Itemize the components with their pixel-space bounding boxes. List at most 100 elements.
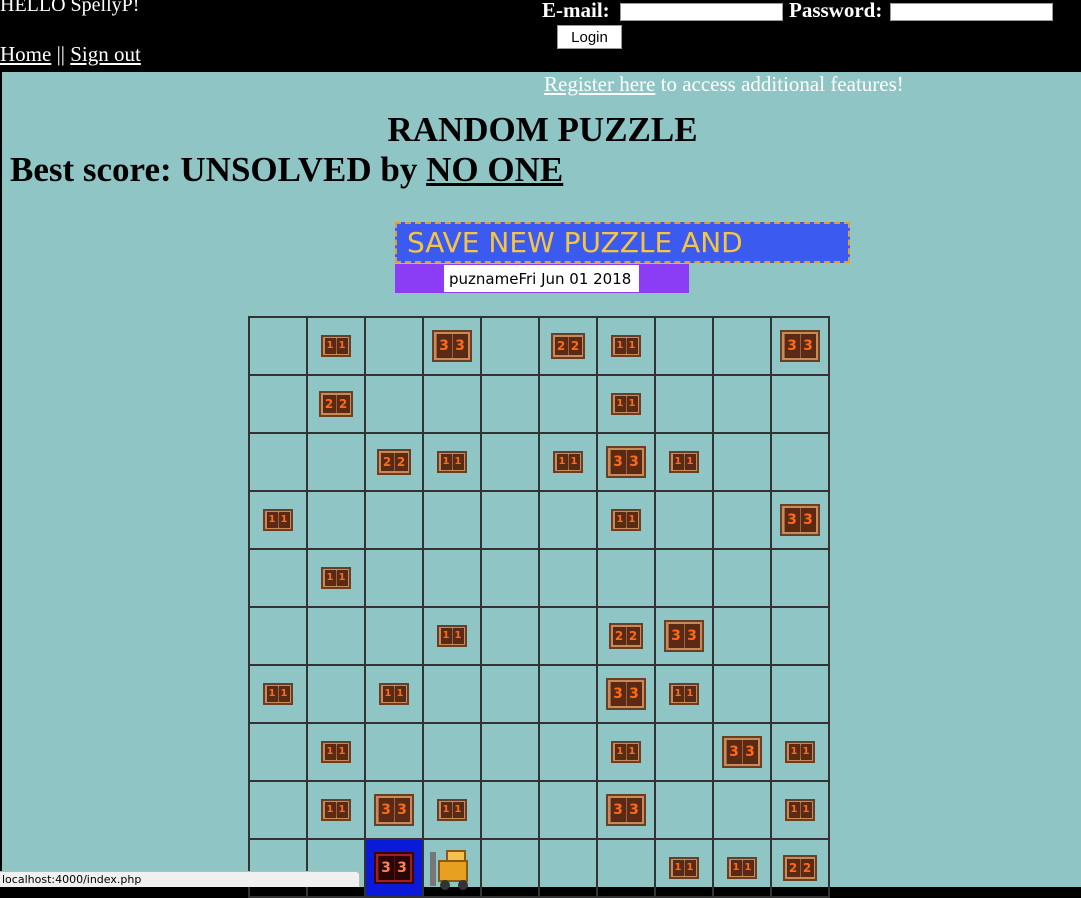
board-cell[interactable]: 11	[596, 490, 656, 550]
board-cell[interactable]: 33	[770, 316, 830, 376]
board-cell[interactable]	[480, 838, 540, 898]
board-cell[interactable]	[770, 374, 830, 434]
board-cell[interactable]	[770, 606, 830, 666]
board-cell[interactable]: 11	[654, 664, 714, 724]
board-cell[interactable]	[364, 490, 424, 550]
board-cell[interactable]	[306, 664, 366, 724]
board-cell[interactable]: 22	[770, 838, 830, 898]
board-cell[interactable]	[654, 780, 714, 840]
board-cell[interactable]	[248, 432, 308, 492]
board-cell[interactable]: 11	[596, 722, 656, 782]
board-cell[interactable]: 11	[364, 664, 424, 724]
board-cell[interactable]: 33	[364, 838, 424, 898]
board-cell[interactable]: 11	[596, 374, 656, 434]
board-cell[interactable]	[596, 838, 656, 898]
board-cell[interactable]	[712, 490, 772, 550]
board-cell[interactable]	[712, 606, 772, 666]
board-cell[interactable]	[654, 490, 714, 550]
board-cell[interactable]: 11	[712, 838, 772, 898]
board-cell[interactable]: 22	[538, 316, 598, 376]
board-cell[interactable]	[422, 664, 482, 724]
board-cell[interactable]	[538, 664, 598, 724]
board-cell[interactable]	[480, 374, 540, 434]
register-link[interactable]: Register here	[544, 72, 655, 96]
password-input[interactable]	[890, 3, 1053, 21]
board-cell[interactable]	[422, 722, 482, 782]
email-input[interactable]	[620, 3, 783, 21]
board-cell[interactable]: 11	[770, 722, 830, 782]
board-cell[interactable]	[248, 548, 308, 608]
login-button[interactable]: Login	[557, 25, 622, 49]
board-cell[interactable]	[364, 722, 424, 782]
board-cell[interactable]	[480, 722, 540, 782]
board-cell[interactable]	[538, 490, 598, 550]
board-cell[interactable]	[654, 316, 714, 376]
board-cell[interactable]: 33	[770, 490, 830, 550]
board-cell[interactable]: 11	[596, 316, 656, 376]
board-cell[interactable]	[770, 432, 830, 492]
board-cell[interactable]	[538, 548, 598, 608]
board-cell[interactable]: 33	[364, 780, 424, 840]
board-cell[interactable]	[364, 374, 424, 434]
board-cell[interactable]: 33	[654, 606, 714, 666]
board-cell[interactable]: 11	[306, 780, 366, 840]
board-cell[interactable]	[712, 548, 772, 608]
board-cell[interactable]: 22	[306, 374, 366, 434]
board-cell[interactable]	[538, 606, 598, 666]
board-cell[interactable]: 33	[596, 432, 656, 492]
board-cell[interactable]: 11	[654, 432, 714, 492]
board-cell[interactable]	[306, 838, 366, 898]
board-cell[interactable]: 11	[306, 722, 366, 782]
board-cell[interactable]	[248, 780, 308, 840]
board-cell[interactable]: 11	[422, 432, 482, 492]
board-cell[interactable]	[538, 780, 598, 840]
board-cell[interactable]	[712, 432, 772, 492]
board-cell[interactable]	[248, 838, 308, 898]
board-cell[interactable]	[480, 316, 540, 376]
board-cell[interactable]	[770, 548, 830, 608]
board-cell[interactable]	[480, 490, 540, 550]
board-cell[interactable]	[422, 548, 482, 608]
board-cell[interactable]	[248, 316, 308, 376]
home-link[interactable]: Home	[0, 42, 51, 66]
board-cell[interactable]: 11	[306, 548, 366, 608]
board-cell[interactable]	[306, 490, 366, 550]
board-cell[interactable]: 33	[422, 316, 482, 376]
board-cell[interactable]	[248, 722, 308, 782]
board-cell[interactable]	[654, 548, 714, 608]
board-cell[interactable]: 11	[248, 664, 308, 724]
board-cell[interactable]: 11	[654, 838, 714, 898]
board-cell[interactable]: 33	[596, 780, 656, 840]
board-cell[interactable]	[538, 374, 598, 434]
board-cell[interactable]	[364, 606, 424, 666]
board-cell[interactable]	[712, 374, 772, 434]
board-cell[interactable]	[248, 606, 308, 666]
signout-link[interactable]: Sign out	[70, 42, 141, 66]
board-cell[interactable]: 33	[712, 722, 772, 782]
board-cell[interactable]	[712, 316, 772, 376]
board-cell[interactable]	[712, 780, 772, 840]
board-cell[interactable]	[480, 780, 540, 840]
best-score-holder-link[interactable]: NO ONE	[426, 150, 563, 189]
board-cell[interactable]	[712, 664, 772, 724]
board-cell[interactable]	[306, 606, 366, 666]
board-cell[interactable]	[422, 374, 482, 434]
board-cell[interactable]: 11	[422, 606, 482, 666]
board-cell[interactable]	[654, 722, 714, 782]
board-cell[interactable]: 11	[306, 316, 366, 376]
puzzle-name-input[interactable]	[444, 265, 639, 292]
board-cell[interactable]	[596, 548, 656, 608]
board-cell[interactable]	[364, 548, 424, 608]
save-puzzle-button[interactable]: SAVE NEW PUZZLE AND SCORE	[395, 222, 850, 296]
board-cell[interactable]: 11	[248, 490, 308, 550]
board-cell[interactable]	[538, 838, 598, 898]
board-cell[interactable]	[480, 548, 540, 608]
board-cell[interactable]: 22	[364, 432, 424, 492]
board-cell[interactable]	[480, 432, 540, 492]
board-cell[interactable]: 11	[770, 780, 830, 840]
board-cell[interactable]: 33	[596, 664, 656, 724]
board-cell[interactable]	[248, 374, 308, 434]
board-cell[interactable]: 22	[596, 606, 656, 666]
board-cell[interactable]	[538, 722, 598, 782]
board-cell[interactable]	[654, 374, 714, 434]
